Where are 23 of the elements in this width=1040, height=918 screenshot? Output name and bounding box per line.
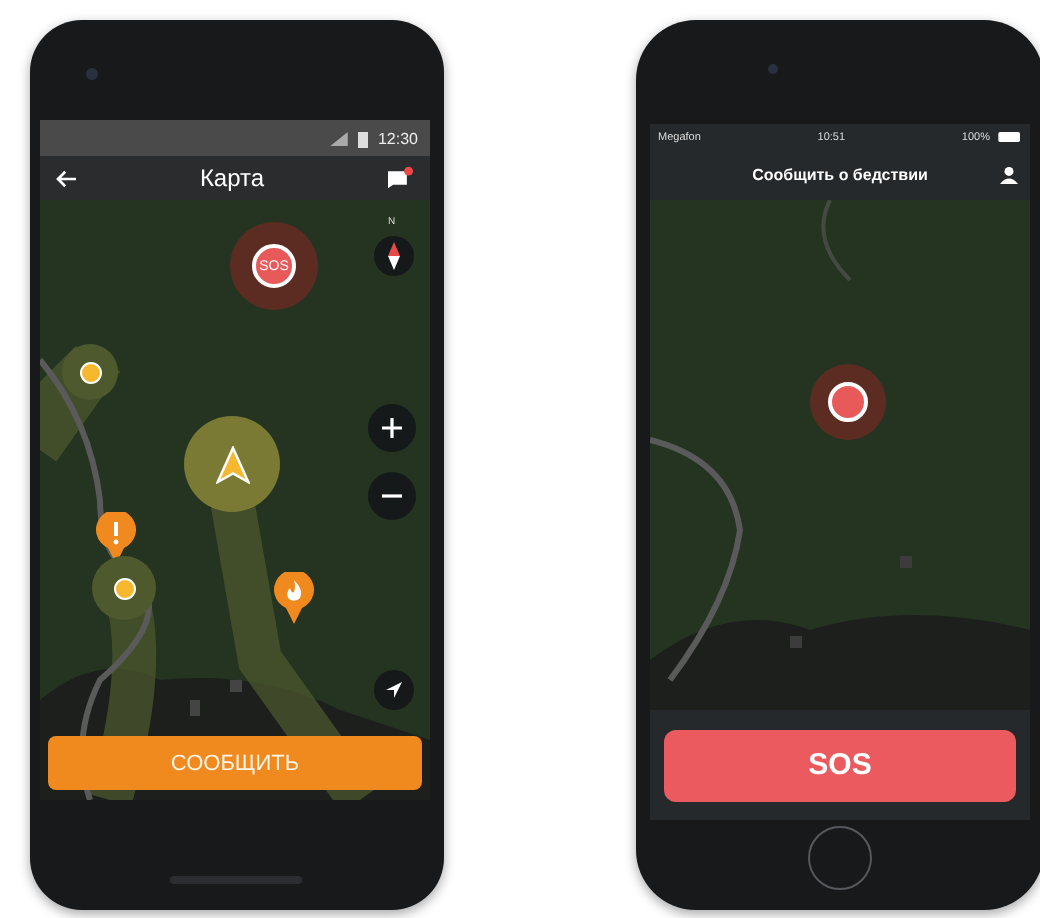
camera-icon	[768, 64, 778, 74]
status-time: 12:30	[377, 129, 418, 147]
location-marker[interactable]	[113, 577, 135, 599]
locate-icon[interactable]	[374, 670, 414, 710]
report-button[interactable]: СООБЩИТЬ	[48, 736, 422, 790]
location-marker[interactable]	[79, 361, 101, 383]
zoom-out-icon[interactable]	[368, 472, 416, 520]
battery-icon	[357, 129, 368, 147]
chat-icon[interactable]	[385, 166, 414, 190]
sos-marker[interactable]	[828, 382, 868, 422]
user-icon[interactable]	[1000, 166, 1018, 184]
home-button[interactable]	[808, 826, 872, 890]
compass-icon[interactable]	[374, 236, 414, 276]
back-arrow-icon[interactable]	[56, 169, 78, 187]
header-title: Сообщить о бедствии	[752, 166, 928, 184]
zoom-in-icon[interactable]	[368, 404, 416, 452]
camera-icon	[86, 68, 98, 80]
sos-button[interactable]: SOS	[664, 729, 1016, 801]
fire-pin-icon[interactable]	[274, 572, 314, 624]
navigation-arrow-icon	[215, 445, 249, 483]
signal-icon	[329, 131, 348, 145]
battery-icon	[998, 132, 1022, 142]
header-title: Карта	[199, 164, 265, 192]
